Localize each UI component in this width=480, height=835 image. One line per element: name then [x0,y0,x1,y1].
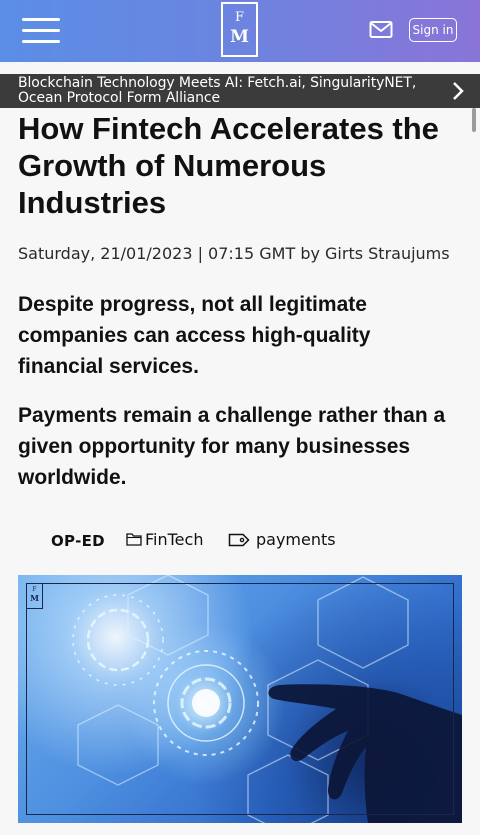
hero-watermark-logo: F M [26,583,43,609]
logo-letter-top: F [234,10,245,25]
article-tags: OP-ED FinTech payments [0,528,480,556]
hero-logo-bottom: M [30,593,39,603]
scrollbar[interactable] [472,108,476,132]
site-logo[interactable]: F M [221,2,258,57]
chevron-right-icon[interactable] [450,81,466,101]
ticker-line-1: Blockchain Technology Meets AI: Fetch.ai… [18,76,417,91]
hero-logo-top: F [32,586,37,593]
ticker-line-2: Ocean Protocol Form Alliance [18,90,221,106]
hero-image: F M [18,575,462,823]
news-ticker[interactable]: Blockchain Technology Meets AI: Fetch.ai… [0,74,480,108]
sign-in-button[interactable]: Sign in [409,18,457,42]
article-byline: Saturday, 21/01/2023 | 07:15 GMT by Girt… [18,244,450,263]
hamburger-menu-icon[interactable] [22,18,60,44]
logo-letter-bottom: M [230,27,249,47]
article-title: How Fintech Accelerates the Growth of Nu… [18,111,439,220]
top-bar: F M Sign in [0,0,480,62]
folder-icon [126,533,142,546]
article-lead-2: Payments remain a challenge rather than … [18,404,446,489]
category-label[interactable]: OP-ED [51,532,105,550]
ticker-headline[interactable]: Blockchain Technology Meets AI: Fetch.ai… [18,76,446,106]
keyword-tag-link[interactable]: payments [256,530,336,549]
tag-icon [228,533,250,547]
mail-icon[interactable] [369,20,393,40]
article-lead-1: Despite progress, not all legitimate com… [18,293,371,378]
hero-frame [26,583,454,815]
section-link[interactable]: FinTech [145,530,203,549]
